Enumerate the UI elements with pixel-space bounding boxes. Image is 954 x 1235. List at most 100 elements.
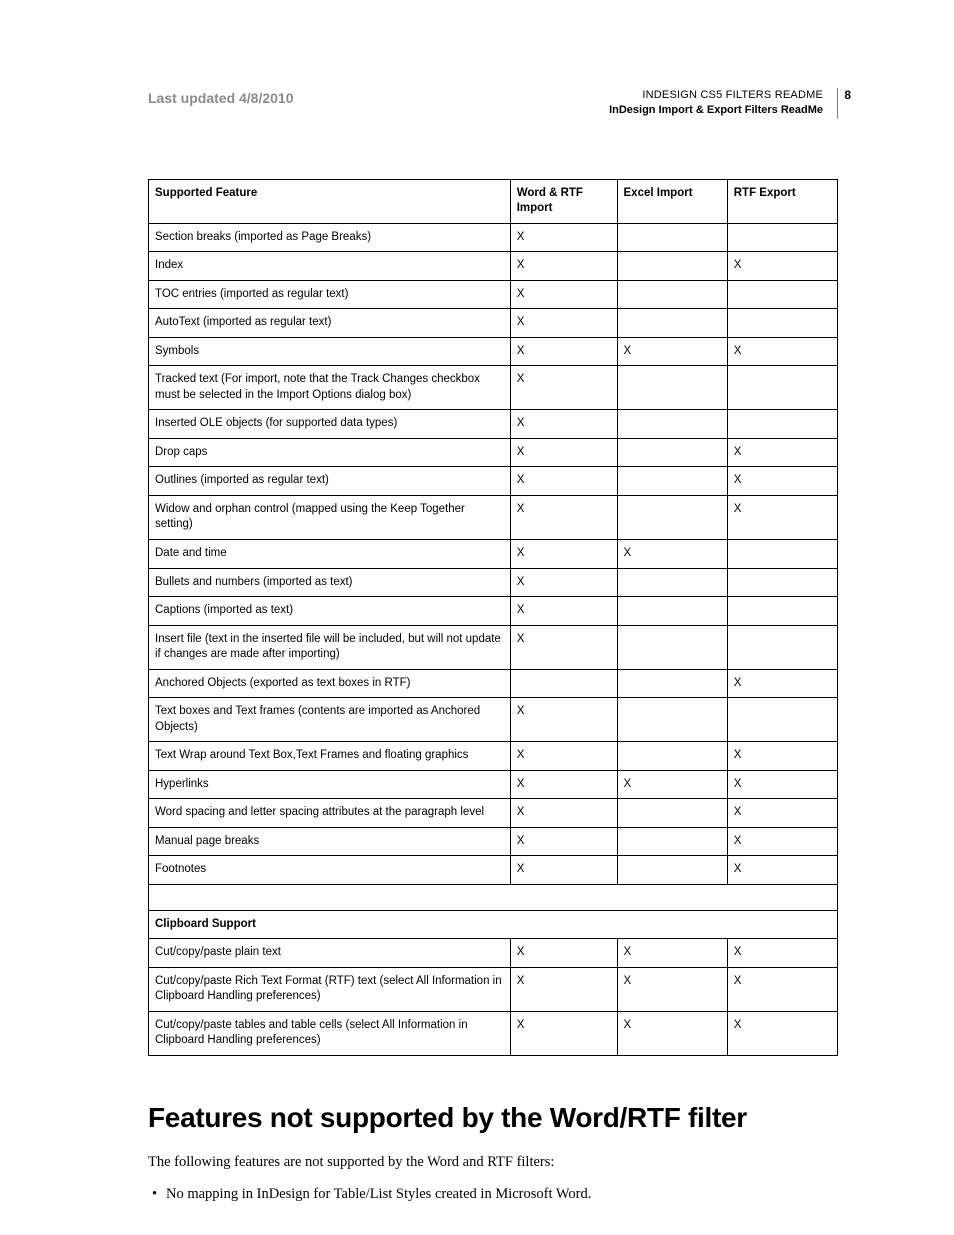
spacer-row	[149, 884, 838, 910]
col-header-excel: Excel Import	[617, 179, 727, 223]
page-header: Last updated 4/8/2010 8 INDESIGN CS5 FIL…	[148, 88, 838, 119]
cell-excel	[617, 223, 727, 252]
cell-word_rtf: X	[510, 410, 617, 439]
cell-excel	[617, 280, 727, 309]
cell-feature: Text boxes and Text frames (contents are…	[149, 698, 511, 742]
cell-excel	[617, 495, 727, 539]
cell-word_rtf: X	[510, 568, 617, 597]
table-row: Text Wrap around Text Box,Text Frames an…	[149, 742, 838, 771]
cell-feature: Symbols	[149, 337, 511, 366]
cell-rtf_export: X	[727, 669, 837, 698]
cell-rtf_export: X	[727, 856, 837, 885]
cell-rtf_export	[727, 223, 837, 252]
cell-rtf_export	[727, 366, 837, 410]
cell-rtf_export	[727, 597, 837, 626]
cell-feature: Bullets and numbers (imported as text)	[149, 568, 511, 597]
cell-excel: X	[617, 337, 727, 366]
cell-word_rtf: X	[510, 698, 617, 742]
table-row: Inserted OLE objects (for supported data…	[149, 410, 838, 439]
table-row: AutoText (imported as regular text)X	[149, 309, 838, 338]
doc-title-line2: InDesign Import & Export Filters ReadMe	[609, 103, 823, 118]
page-number: 8	[844, 87, 851, 104]
doc-title-line1: INDESIGN CS5 FILTERS README	[609, 88, 823, 103]
cell-rtf_export: X	[727, 770, 837, 799]
cell-word_rtf: X	[510, 309, 617, 338]
cell-rtf_export: X	[727, 827, 837, 856]
cell-word_rtf: X	[510, 597, 617, 626]
cell-excel	[617, 597, 727, 626]
cell-word_rtf	[510, 669, 617, 698]
cell-feature: Section breaks (imported as Page Breaks)	[149, 223, 511, 252]
cell-word_rtf: X	[510, 939, 617, 968]
table-row: Insert file (text in the inserted file w…	[149, 625, 838, 669]
section-title: Features not supported by the Word/RTF f…	[148, 1102, 838, 1134]
table-row: IndexXX	[149, 252, 838, 281]
cell-rtf_export: X	[727, 939, 837, 968]
table-row: Cut/copy/paste plain textXXX	[149, 939, 838, 968]
cell-word_rtf: X	[510, 827, 617, 856]
cell-feature: Widow and orphan control (mapped using t…	[149, 495, 511, 539]
table-row: Cut/copy/paste Rich Text Format (RTF) te…	[149, 967, 838, 1011]
clipboard-support-header: Clipboard Support	[149, 910, 838, 939]
cell-word_rtf: X	[510, 742, 617, 771]
cell-feature: Anchored Objects (exported as text boxes…	[149, 669, 511, 698]
cell-feature: Drop caps	[149, 438, 511, 467]
cell-feature: Inserted OLE objects (for supported data…	[149, 410, 511, 439]
col-header-word-rtf: Word & RTF Import	[510, 179, 617, 223]
cell-feature: AutoText (imported as regular text)	[149, 309, 511, 338]
cell-feature: Text Wrap around Text Box,Text Frames an…	[149, 742, 511, 771]
cell-word_rtf: X	[510, 467, 617, 496]
table-row: Widow and orphan control (mapped using t…	[149, 495, 838, 539]
last-updated: Last updated 4/8/2010	[148, 88, 294, 106]
table-row: Anchored Objects (exported as text boxes…	[149, 669, 838, 698]
table-header-row: Supported Feature Word & RTF Import Exce…	[149, 179, 838, 223]
cell-feature: Cut/copy/paste Rich Text Format (RTF) te…	[149, 967, 511, 1011]
table-row: Bullets and numbers (imported as text)X	[149, 568, 838, 597]
table-row: Date and timeXX	[149, 540, 838, 569]
cell-excel: X	[617, 1011, 727, 1055]
features-table: Supported Feature Word & RTF Import Exce…	[148, 179, 838, 1056]
table-row: Text boxes and Text frames (contents are…	[149, 698, 838, 742]
cell-rtf_export	[727, 309, 837, 338]
cell-feature: Index	[149, 252, 511, 281]
cell-word_rtf: X	[510, 625, 617, 669]
cell-rtf_export: X	[727, 495, 837, 539]
cell-feature: TOC entries (imported as regular text)	[149, 280, 511, 309]
cell-excel: X	[617, 939, 727, 968]
cell-excel	[617, 410, 727, 439]
cell-rtf_export: X	[727, 467, 837, 496]
cell-rtf_export	[727, 568, 837, 597]
cell-word_rtf: X	[510, 495, 617, 539]
table-row: SymbolsXXX	[149, 337, 838, 366]
cell-word_rtf: X	[510, 770, 617, 799]
table-row: Drop capsXX	[149, 438, 838, 467]
col-header-feature: Supported Feature	[149, 179, 511, 223]
cell-rtf_export: X	[727, 252, 837, 281]
cell-excel	[617, 698, 727, 742]
cell-feature: Insert file (text in the inserted file w…	[149, 625, 511, 669]
cell-feature: Footnotes	[149, 856, 511, 885]
cell-word_rtf: X	[510, 366, 617, 410]
cell-word_rtf: X	[510, 967, 617, 1011]
section2-header-row: Clipboard Support	[149, 910, 838, 939]
cell-rtf_export: X	[727, 799, 837, 828]
cell-word_rtf: X	[510, 337, 617, 366]
cell-word_rtf: X	[510, 799, 617, 828]
cell-excel	[617, 856, 727, 885]
cell-feature: Manual page breaks	[149, 827, 511, 856]
cell-word_rtf: X	[510, 280, 617, 309]
cell-excel	[617, 438, 727, 467]
cell-word_rtf: X	[510, 223, 617, 252]
table-row: Captions (imported as text)X	[149, 597, 838, 626]
cell-excel	[617, 309, 727, 338]
cell-rtf_export	[727, 280, 837, 309]
cell-word_rtf: X	[510, 856, 617, 885]
list-item: No mapping in InDesign for Table/List St…	[152, 1186, 838, 1203]
table-row: HyperlinksXXX	[149, 770, 838, 799]
header-right: 8 INDESIGN CS5 FILTERS README InDesign I…	[609, 88, 838, 119]
table-row: Manual page breaksXX	[149, 827, 838, 856]
cell-rtf_export	[727, 540, 837, 569]
cell-word_rtf: X	[510, 540, 617, 569]
cell-feature: Word spacing and letter spacing attribut…	[149, 799, 511, 828]
cell-feature: Hyperlinks	[149, 770, 511, 799]
